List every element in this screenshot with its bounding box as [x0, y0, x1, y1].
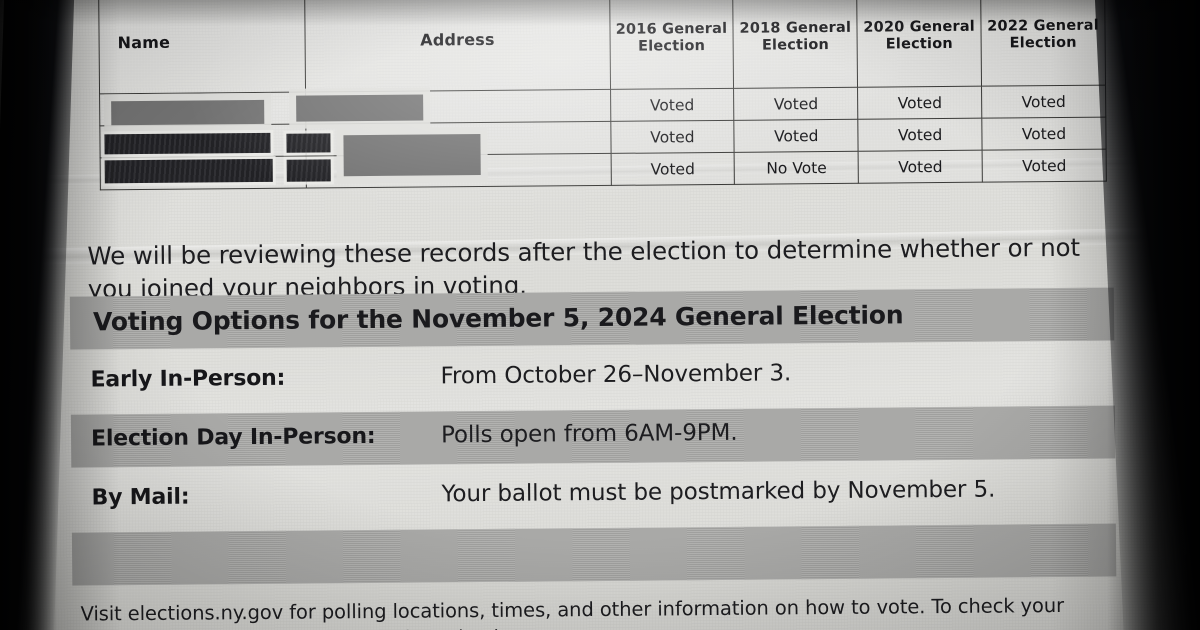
mailer-content: Name Address 2016 General Election 2018 …: [0, 0, 1200, 630]
column-header-2016-suffix: Election: [638, 38, 706, 55]
cell-vote-2018: Voted: [734, 119, 859, 153]
column-header-2020-suffix: Election: [885, 35, 953, 53]
sheet-left-shadow: [0, 0, 120, 630]
sheet-top-shadow: [0, 0, 1200, 26]
cell-vote-2016: Voted: [610, 88, 735, 122]
cell-vote-2016: Voted: [610, 120, 735, 154]
redaction-marker-name-row3: [104, 158, 273, 184]
footer-text: Visit elections.ny.gov for polling locat…: [80, 592, 1120, 630]
redaction-address-row1: [296, 94, 424, 122]
option-value-by-mail: Your ballot must be postmarked by Novemb…: [441, 476, 996, 508]
redaction-marker-address-row3: [286, 159, 331, 182]
redaction-marker-name-row2: [104, 132, 271, 155]
option-value-early-in-person: From October 26–November 3.: [440, 360, 792, 390]
cell-vote-2018: No Vote: [734, 151, 859, 185]
cell-vote-2020: Voted: [857, 86, 982, 120]
cell-vote-2020: Voted: [858, 118, 983, 152]
photo-stage: Name Address 2016 General Election 2018 …: [0, 0, 1200, 630]
footer-line-2: status, go to voterlookup.elections.ny.g…: [198, 625, 602, 630]
redaction-marker-address-row2: [286, 133, 331, 153]
cell-vote-2016: Voted: [610, 152, 735, 186]
highlight-band-empty: [71, 523, 1117, 586]
sheet-right-shadow: [1050, 0, 1200, 630]
cell-vote-2018: Voted: [733, 87, 859, 121]
cell-vote-2020: Voted: [858, 150, 983, 184]
option-value-election-day-in-person: Polls open from 6AM-9PM.: [440, 419, 738, 449]
redaction-name-row1: [111, 99, 265, 126]
option-label-election-day-in-person: Election Day In-Person:: [90, 423, 376, 452]
column-header-2018-suffix: Election: [761, 36, 830, 54]
redaction-address-row2: [343, 134, 481, 177]
